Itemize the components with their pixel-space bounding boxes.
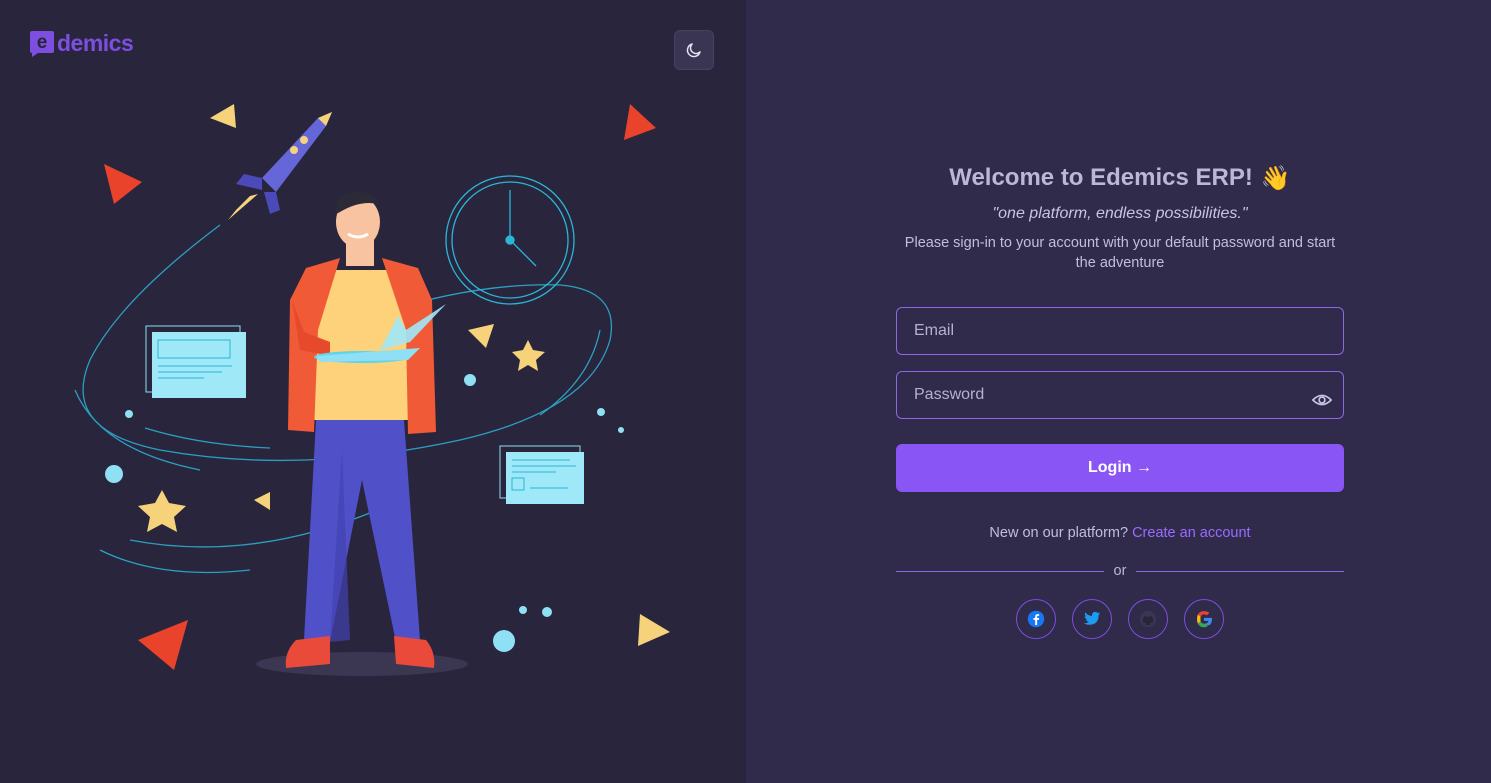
welcome-heading: Welcome to Edemics ERP! 👋 (896, 160, 1344, 196)
login-form: Welcome to Edemics ERP! 👋 "one platform,… (896, 160, 1344, 639)
social-login-buttons (896, 599, 1344, 639)
github-icon (1139, 610, 1157, 628)
google-login-button[interactable] (1184, 599, 1224, 639)
email-field[interactable] (896, 307, 1344, 355)
facebook-login-button[interactable] (1016, 599, 1056, 639)
sign-in-instructions: Please sign-in to your account with your… (904, 235, 1336, 271)
illustration-panel: e demics (0, 0, 746, 783)
password-input[interactable] (914, 386, 1294, 404)
welcome-title: Welcome to Edemics ERP! (949, 164, 1253, 191)
login-button-label: Login → (1088, 459, 1152, 476)
google-icon (1197, 611, 1212, 628)
brand-name: demics (57, 29, 134, 56)
github-login-button[interactable] (1128, 599, 1168, 639)
moon-icon (686, 43, 701, 58)
person-figure (285, 192, 446, 668)
logo-mark-icon: e (30, 31, 54, 57)
tagline: "one platform, endless possibilities." (992, 205, 1248, 222)
divider-line-right (1136, 570, 1344, 572)
svg-text:e: e (37, 32, 48, 53)
signup-prompt: New on our platform? Create an account (896, 525, 1344, 541)
document-card-left (145, 325, 246, 398)
email-input[interactable] (914, 322, 1294, 340)
password-field[interactable] (896, 371, 1344, 419)
theme-toggle-button[interactable] (674, 30, 714, 70)
login-button[interactable]: Login → (896, 444, 1344, 492)
clock-icon (445, 175, 575, 305)
eye-icon[interactable] (1312, 392, 1332, 408)
or-divider: or (896, 563, 1344, 579)
rocket-icon (228, 112, 332, 220)
divider-line-left (896, 570, 1104, 572)
brand-logo[interactable]: e demics (28, 28, 134, 58)
hero-illustration (74, 104, 670, 676)
create-account-link[interactable]: Create an account (1132, 525, 1251, 541)
waving-hand-icon: 👋 (1260, 164, 1291, 192)
divider-text: or (1113, 563, 1127, 579)
login-panel: Welcome to Edemics ERP! 👋 "one platform,… (746, 0, 1491, 783)
document-card-right (499, 445, 584, 504)
twitter-icon (1083, 611, 1101, 625)
signup-text: New on our platform? (989, 525, 1129, 541)
twitter-login-button[interactable] (1072, 599, 1112, 639)
facebook-icon (1027, 610, 1045, 628)
